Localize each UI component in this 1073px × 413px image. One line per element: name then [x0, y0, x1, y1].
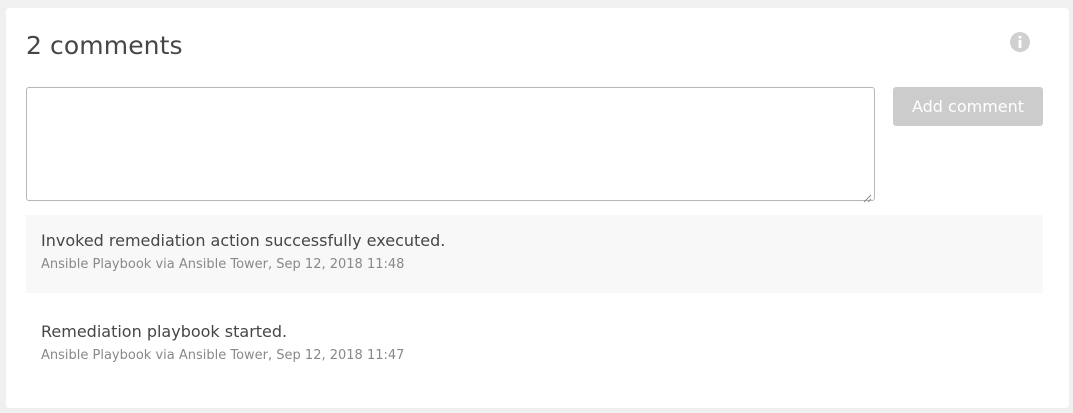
comments-panel: 2 comments Add comment Invoked remediati…: [6, 8, 1069, 408]
info-circle-icon[interactable]: [1009, 31, 1031, 53]
add-comment-button[interactable]: Add comment: [893, 87, 1043, 126]
comment-meta: Ansible Playbook via Ansible Tower, Sep …: [41, 348, 405, 363]
comment-text: Remediation playbook started.: [41, 322, 288, 341]
comment-item: Remediation playbook started. Ansible Pl…: [26, 308, 1043, 380]
comment-text: Invoked remediation action successfully …: [41, 231, 446, 250]
comment-meta: Ansible Playbook via Ansible Tower, Sep …: [41, 257, 405, 272]
comments-title: 2 comments: [26, 31, 183, 60]
comment-item: Invoked remediation action successfully …: [26, 215, 1043, 293]
comment-input[interactable]: [26, 87, 875, 201]
